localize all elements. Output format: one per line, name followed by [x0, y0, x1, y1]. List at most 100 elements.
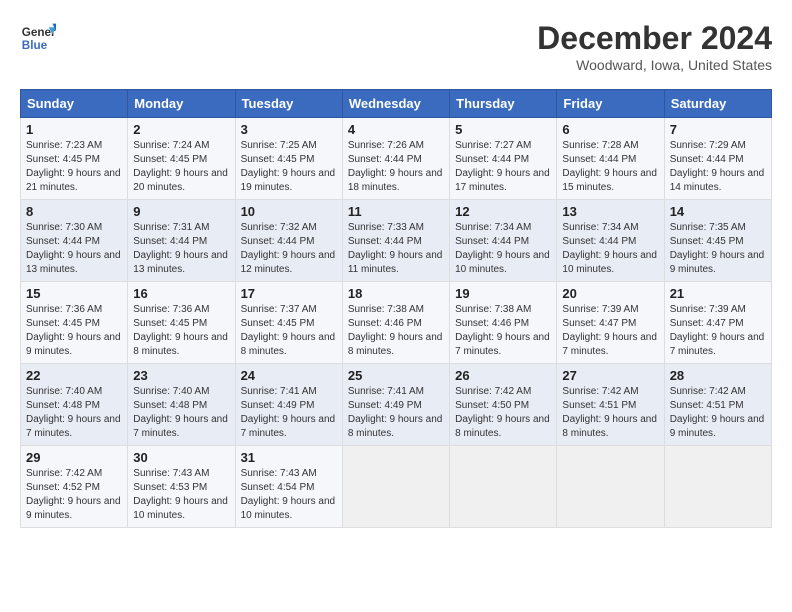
day-number: 5	[455, 122, 551, 137]
day-info: Sunrise: 7:42 AM Sunset: 4:52 PM Dayligh…	[26, 467, 122, 523]
calendar-cell: 4Sunrise: 7:26 AM Sunset: 4:44 PM Daylig…	[342, 118, 449, 200]
calendar-cell: 7 Sunrise: 7:29 AM Sunset: 4:44 PM Daylig…	[664, 118, 771, 200]
day-number: 18	[348, 286, 444, 301]
week-row-1: 1 Sunrise: 7:23 AM Sunset: 4:45 PM Daylig…	[21, 118, 772, 200]
calendar-cell: 19 Sunrise: 7:38 AM Sunset: 4:46 PM Dayli…	[450, 282, 557, 364]
day-info: Sunrise: 7:38 AM Sunset: 4:46 PM Dayligh…	[455, 303, 551, 359]
day-info: Sunrise: 7:38 AM Sunset: 4:46 PM Dayligh…	[348, 303, 444, 359]
logo-icon: General Blue	[20, 20, 56, 56]
day-info: Sunrise: 7:30 AM Sunset: 4:44 PM Dayligh…	[26, 221, 122, 277]
week-row-4: 22 Sunrise: 7:40 AM Sunset: 4:48 PM Dayli…	[21, 364, 772, 446]
day-info: Sunrise: 7:42 AM Sunset: 4:50 PM Dayligh…	[455, 385, 551, 441]
day-number: 20	[562, 286, 658, 301]
day-number: 25	[348, 368, 444, 383]
calendar-cell: 31 Sunrise: 7:43 AM Sunset: 4:54 PM Dayli…	[235, 446, 342, 528]
calendar-cell: 13 Sunrise: 7:34 AM Sunset: 4:44 PM Dayli…	[557, 200, 664, 282]
calendar-cell	[664, 446, 771, 528]
day-info: Sunrise: 7:41 AM Sunset: 4:49 PM Dayligh…	[348, 385, 444, 441]
weekday-header-row: SundayMondayTuesdayWednesdayThursdayFrid…	[21, 90, 772, 118]
day-number: 30	[133, 450, 229, 465]
calendar-cell: 14Sunrise: 7:35 AM Sunset: 4:45 PM Dayli…	[664, 200, 771, 282]
day-number: 29	[26, 450, 122, 465]
day-info: Sunrise: 7:43 AM Sunset: 4:53 PM Dayligh…	[133, 467, 229, 523]
calendar-cell: 16 Sunrise: 7:36 AM Sunset: 4:45 PM Dayli…	[128, 282, 235, 364]
day-number: 17	[241, 286, 337, 301]
weekday-header-wednesday: Wednesday	[342, 90, 449, 118]
calendar-cell: 8 Sunrise: 7:30 AM Sunset: 4:44 PM Daylig…	[21, 200, 128, 282]
day-info: Sunrise: 7:41 AM Sunset: 4:49 PM Dayligh…	[241, 385, 337, 441]
calendar-cell: 9 Sunrise: 7:31 AM Sunset: 4:44 PM Daylig…	[128, 200, 235, 282]
calendar-cell: 26 Sunrise: 7:42 AM Sunset: 4:50 PM Dayli…	[450, 364, 557, 446]
weekday-header-monday: Monday	[128, 90, 235, 118]
day-number: 24	[241, 368, 337, 383]
day-info: Sunrise: 7:32 AM Sunset: 4:44 PM Dayligh…	[241, 221, 337, 277]
day-number: 15	[26, 286, 122, 301]
day-info: Sunrise: 7:36 AM Sunset: 4:45 PM Dayligh…	[133, 303, 229, 359]
day-info: Sunrise: 7:27 AM Sunset: 4:44 PM Dayligh…	[455, 139, 551, 195]
day-info: Sunrise: 7:34 AM Sunset: 4:44 PM Dayligh…	[455, 221, 551, 277]
day-number: 4	[348, 122, 444, 137]
day-number: 31	[241, 450, 337, 465]
calendar-cell	[450, 446, 557, 528]
day-info: Sunrise: 7:34 AM Sunset: 4:44 PM Dayligh…	[562, 221, 658, 277]
calendar-cell: 30 Sunrise: 7:43 AM Sunset: 4:53 PM Dayli…	[128, 446, 235, 528]
calendar-cell: 17 Sunrise: 7:37 AM Sunset: 4:45 PM Dayli…	[235, 282, 342, 364]
day-info: Sunrise: 7:37 AM Sunset: 4:45 PM Dayligh…	[241, 303, 337, 359]
weekday-header-friday: Friday	[557, 90, 664, 118]
calendar-cell: 12 Sunrise: 7:34 AM Sunset: 4:44 PM Dayli…	[450, 200, 557, 282]
day-number: 3	[241, 122, 337, 137]
day-info: Sunrise: 7:40 AM Sunset: 4:48 PM Dayligh…	[133, 385, 229, 441]
day-number: 26	[455, 368, 551, 383]
logo: General Blue	[20, 20, 56, 56]
day-number: 14	[670, 204, 766, 219]
week-row-5: 29 Sunrise: 7:42 AM Sunset: 4:52 PM Dayli…	[21, 446, 772, 528]
month-title: December 2024	[537, 20, 772, 57]
day-number: 11	[348, 204, 444, 219]
day-number: 23	[133, 368, 229, 383]
title-block: December 2024 Woodward, Iowa, United Sta…	[537, 20, 772, 73]
calendar-cell: 1 Sunrise: 7:23 AM Sunset: 4:45 PM Daylig…	[21, 118, 128, 200]
day-number: 1	[26, 122, 122, 137]
day-number: 13	[562, 204, 658, 219]
svg-text:Blue: Blue	[22, 39, 48, 52]
calendar-cell: 27Sunrise: 7:42 AM Sunset: 4:51 PM Dayli…	[557, 364, 664, 446]
day-number: 9	[133, 204, 229, 219]
day-info: Sunrise: 7:29 AM Sunset: 4:44 PM Dayligh…	[670, 139, 766, 195]
day-info: Sunrise: 7:42 AM Sunset: 4:51 PM Dayligh…	[670, 385, 766, 441]
day-info: Sunrise: 7:39 AM Sunset: 4:47 PM Dayligh…	[670, 303, 766, 359]
day-number: 22	[26, 368, 122, 383]
day-number: 21	[670, 286, 766, 301]
calendar-cell: 21 Sunrise: 7:39 AM Sunset: 4:47 PM Dayli…	[664, 282, 771, 364]
day-info: Sunrise: 7:43 AM Sunset: 4:54 PM Dayligh…	[241, 467, 337, 523]
day-number: 19	[455, 286, 551, 301]
day-number: 16	[133, 286, 229, 301]
calendar-cell: 3Sunrise: 7:25 AM Sunset: 4:45 PM Daylig…	[235, 118, 342, 200]
day-number: 8	[26, 204, 122, 219]
calendar-cell	[557, 446, 664, 528]
day-info: Sunrise: 7:28 AM Sunset: 4:44 PM Dayligh…	[562, 139, 658, 195]
calendar-cell: 10Sunrise: 7:32 AM Sunset: 4:44 PM Dayli…	[235, 200, 342, 282]
day-info: Sunrise: 7:24 AM Sunset: 4:45 PM Dayligh…	[133, 139, 229, 195]
week-row-2: 8 Sunrise: 7:30 AM Sunset: 4:44 PM Daylig…	[21, 200, 772, 282]
day-number: 7	[670, 122, 766, 137]
calendar-cell: 24 Sunrise: 7:41 AM Sunset: 4:49 PM Dayli…	[235, 364, 342, 446]
day-info: Sunrise: 7:40 AM Sunset: 4:48 PM Dayligh…	[26, 385, 122, 441]
day-info: Sunrise: 7:23 AM Sunset: 4:45 PM Dayligh…	[26, 139, 122, 195]
day-number: 2	[133, 122, 229, 137]
day-number: 12	[455, 204, 551, 219]
calendar-cell: 25 Sunrise: 7:41 AM Sunset: 4:49 PM Dayli…	[342, 364, 449, 446]
page-header: General Blue December 2024 Woodward, Iow…	[20, 20, 772, 73]
calendar-cell: 22 Sunrise: 7:40 AM Sunset: 4:48 PM Dayli…	[21, 364, 128, 446]
calendar-cell: 11 Sunrise: 7:33 AM Sunset: 4:44 PM Dayli…	[342, 200, 449, 282]
location: Woodward, Iowa, United States	[537, 57, 772, 73]
day-info: Sunrise: 7:31 AM Sunset: 4:44 PM Dayligh…	[133, 221, 229, 277]
calendar-table: SundayMondayTuesdayWednesdayThursdayFrid…	[20, 89, 772, 528]
calendar-cell: 23 Sunrise: 7:40 AM Sunset: 4:48 PM Dayli…	[128, 364, 235, 446]
weekday-header-saturday: Saturday	[664, 90, 771, 118]
calendar-cell: 20Sunrise: 7:39 AM Sunset: 4:47 PM Dayli…	[557, 282, 664, 364]
day-info: Sunrise: 7:36 AM Sunset: 4:45 PM Dayligh…	[26, 303, 122, 359]
calendar-cell: 29 Sunrise: 7:42 AM Sunset: 4:52 PM Dayli…	[21, 446, 128, 528]
day-number: 28	[670, 368, 766, 383]
day-info: Sunrise: 7:33 AM Sunset: 4:44 PM Dayligh…	[348, 221, 444, 277]
calendar-cell: 15 Sunrise: 7:36 AM Sunset: 4:45 PM Dayli…	[21, 282, 128, 364]
